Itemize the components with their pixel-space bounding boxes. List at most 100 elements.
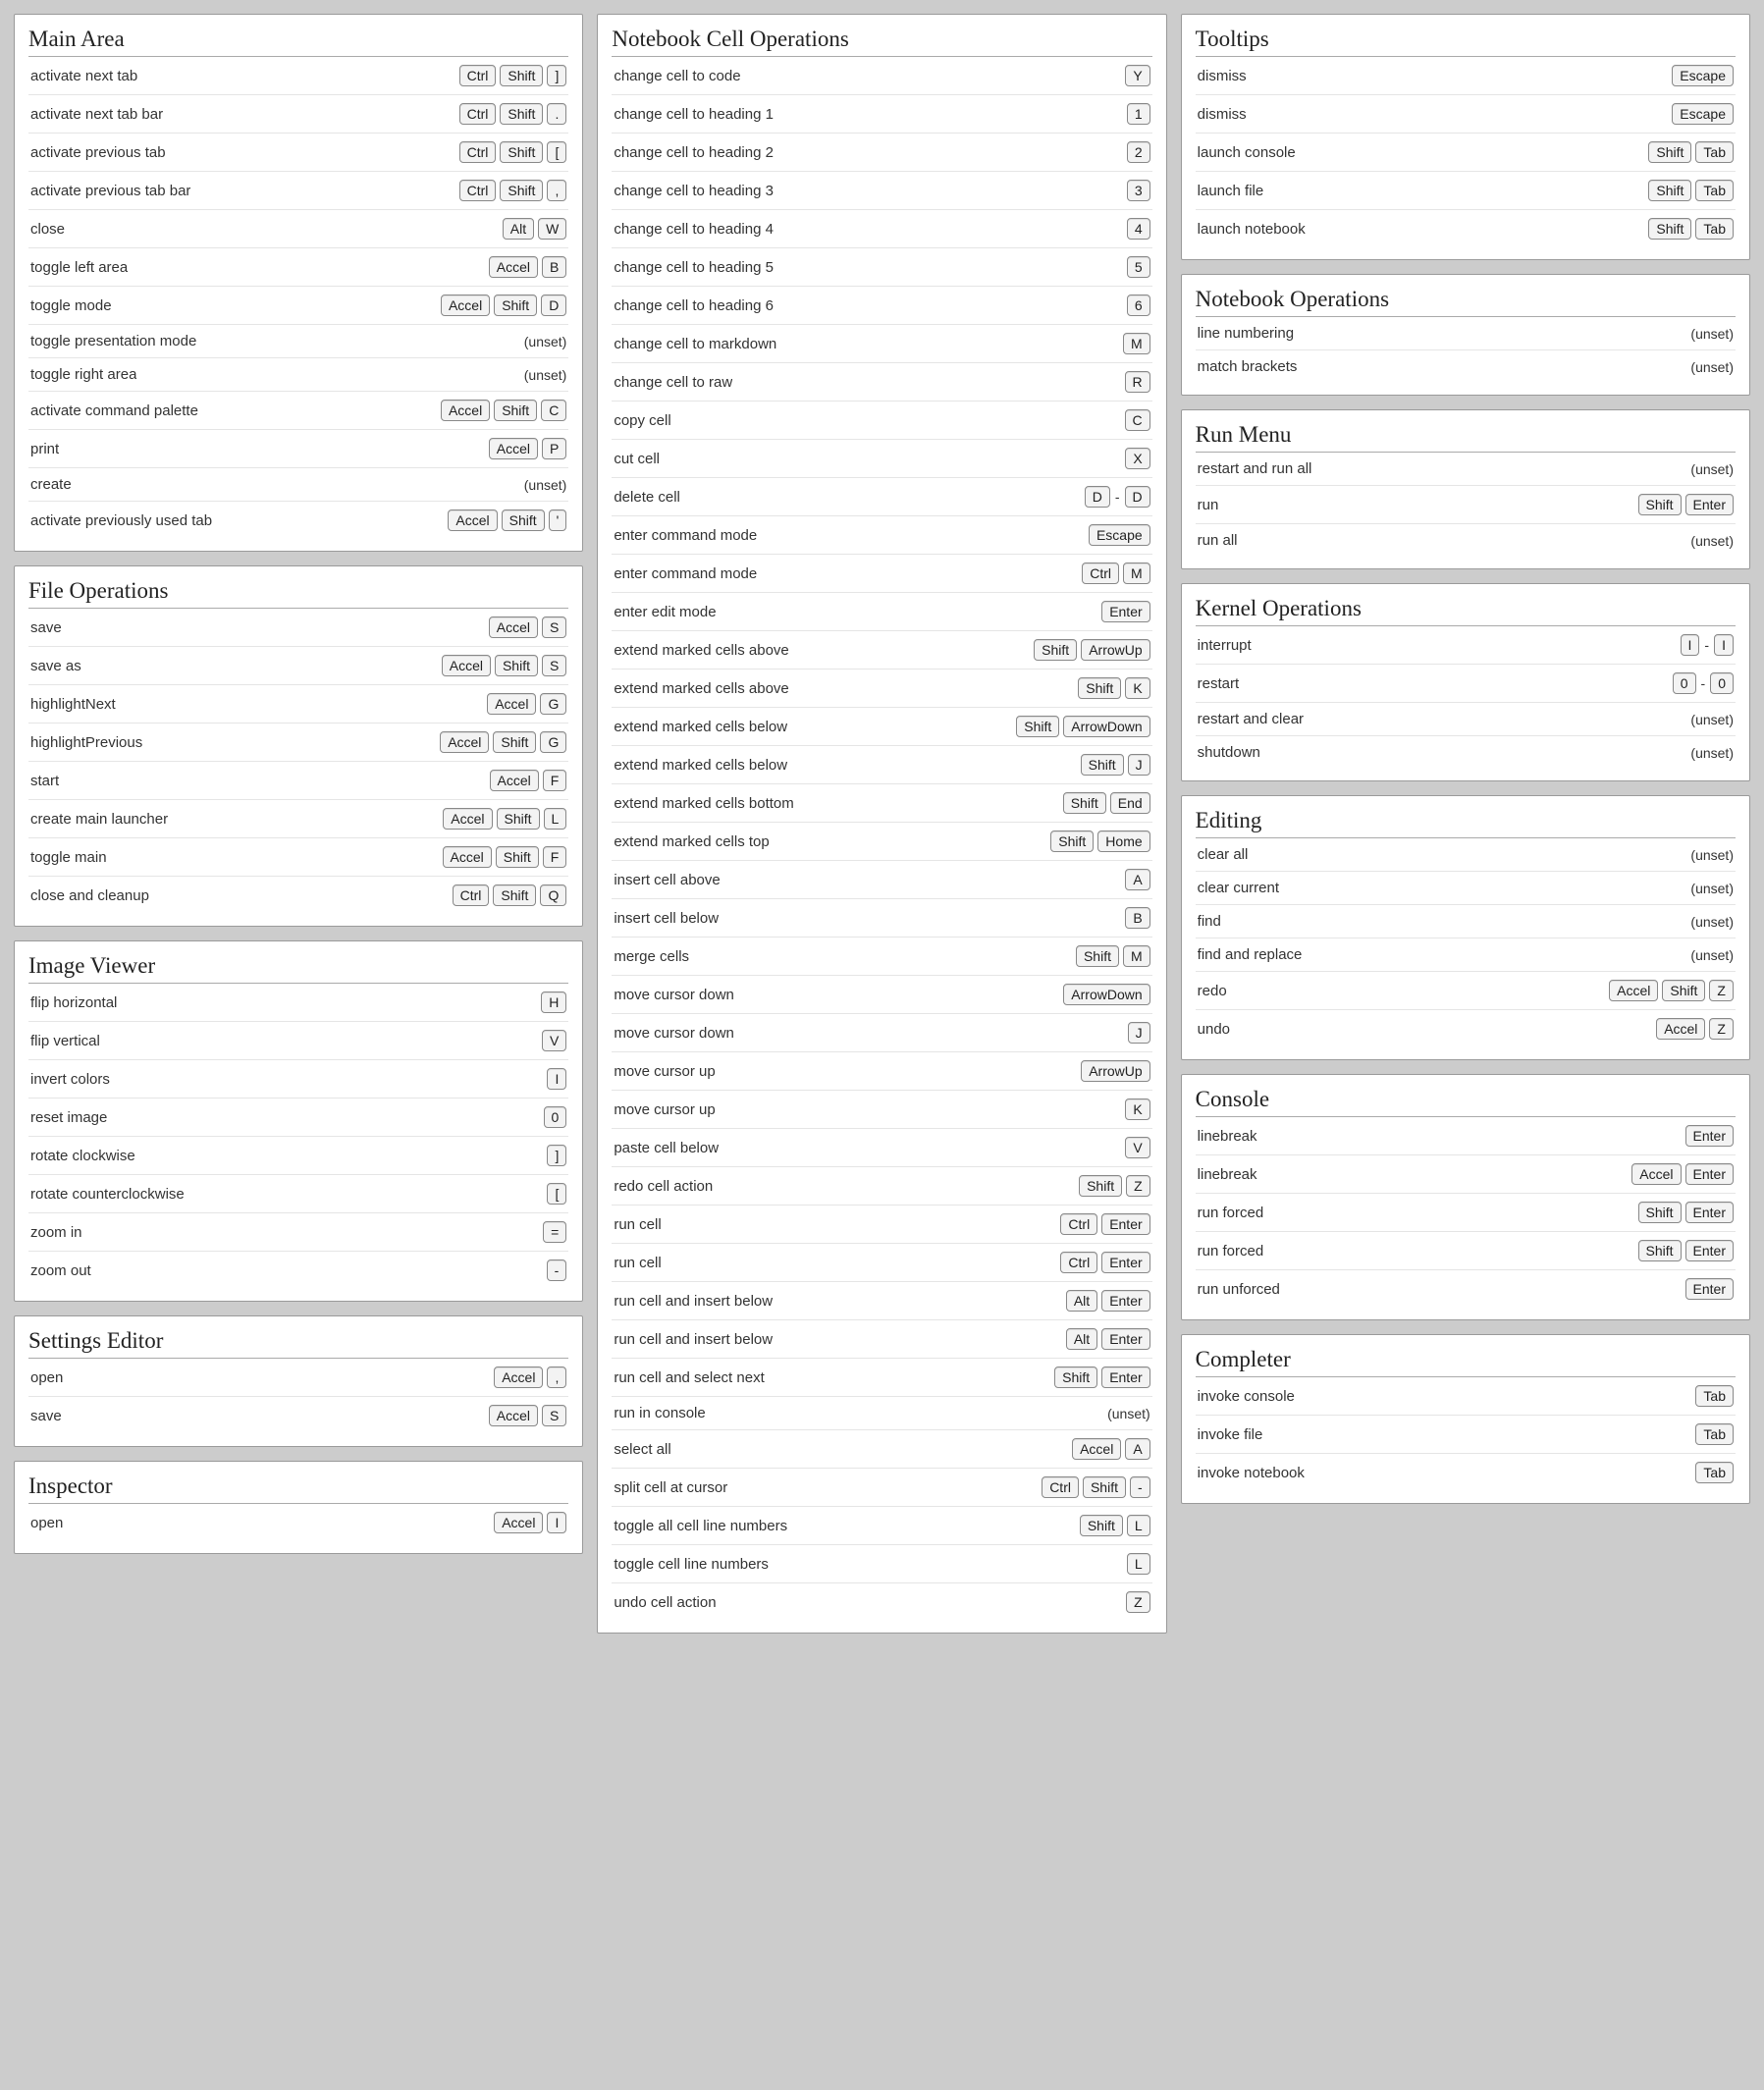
shortcut-row-close-and-cleanup[interactable]: close and cleanupCtrlShiftQ <box>28 877 568 914</box>
shortcut-row-run-all[interactable]: run all(unset) <box>1196 524 1736 557</box>
shortcut-row-save-as[interactable]: save asAccelShiftS <box>28 647 568 685</box>
shortcut-row-save[interactable]: saveAccelS <box>28 609 568 647</box>
shortcut-row-undo-cell-action[interactable]: undo cell actionZ <box>612 1583 1151 1621</box>
shortcut-row-dismiss[interactable]: dismissEscape <box>1196 95 1736 134</box>
shortcut-row-redo[interactable]: redoAccelShiftZ <box>1196 972 1736 1010</box>
shortcut-row-shutdown[interactable]: shutdown(unset) <box>1196 736 1736 769</box>
shortcut-row-toggle-cell-line-numbers[interactable]: toggle cell line numbersL <box>612 1545 1151 1583</box>
shortcut-row-invert-colors[interactable]: invert colorsI <box>28 1060 568 1099</box>
shortcut-row-run-cell-and-select-next[interactable]: run cell and select nextShiftEnter <box>612 1359 1151 1397</box>
shortcut-row-run-in-console[interactable]: run in console(unset) <box>612 1397 1151 1430</box>
shortcut-row-cut-cell[interactable]: cut cellX <box>612 440 1151 478</box>
shortcut-row-highlightnext[interactable]: highlightNextAccelG <box>28 685 568 723</box>
shortcut-row-rotate-clockwise[interactable]: rotate clockwise] <box>28 1137 568 1175</box>
shortcut-row-extend-marked-cells-above[interactable]: extend marked cells aboveShiftK <box>612 670 1151 708</box>
shortcut-row-undo[interactable]: undoAccelZ <box>1196 1010 1736 1047</box>
shortcut-row-select-all[interactable]: select allAccelA <box>612 1430 1151 1469</box>
shortcut-row-invoke-file[interactable]: invoke fileTab <box>1196 1416 1736 1454</box>
shortcut-row-match-brackets[interactable]: match brackets(unset) <box>1196 350 1736 383</box>
shortcut-row-extend-marked-cells-bottom[interactable]: extend marked cells bottomShiftEnd <box>612 784 1151 823</box>
shortcut-row-change-cell-to-markdown[interactable]: change cell to markdownM <box>612 325 1151 363</box>
shortcut-row-restart-and-clear[interactable]: restart and clear(unset) <box>1196 703 1736 736</box>
shortcut-row-restart[interactable]: restart0-0 <box>1196 665 1736 703</box>
shortcut-row-run-cell[interactable]: run cellCtrlEnter <box>612 1206 1151 1244</box>
shortcut-row-extend-marked-cells-below[interactable]: extend marked cells belowShiftArrowDown <box>612 708 1151 746</box>
shortcut-row-open[interactable]: openAccelI <box>28 1504 568 1541</box>
shortcut-row-highlightprevious[interactable]: highlightPreviousAccelShiftG <box>28 723 568 762</box>
shortcut-row-move-cursor-up[interactable]: move cursor upArrowUp <box>612 1052 1151 1091</box>
shortcut-row-redo-cell-action[interactable]: redo cell actionShiftZ <box>612 1167 1151 1206</box>
shortcut-row-delete-cell[interactable]: delete cellD-D <box>612 478 1151 516</box>
shortcut-row-activate-next-tab[interactable]: activate next tabCtrlShift] <box>28 57 568 95</box>
shortcut-row-move-cursor-up[interactable]: move cursor upK <box>612 1091 1151 1129</box>
shortcut-row-change-cell-to-code[interactable]: change cell to codeY <box>612 57 1151 95</box>
shortcut-row-toggle-main[interactable]: toggle mainAccelShiftF <box>28 838 568 877</box>
shortcut-row-extend-marked-cells-top[interactable]: extend marked cells topShiftHome <box>612 823 1151 861</box>
shortcut-row-change-cell-to-heading-2[interactable]: change cell to heading 22 <box>612 134 1151 172</box>
shortcut-row-interrupt[interactable]: interruptI-I <box>1196 626 1736 665</box>
shortcut-row-rotate-counterclockwise[interactable]: rotate counterclockwise[ <box>28 1175 568 1213</box>
shortcut-row-zoom-in[interactable]: zoom in= <box>28 1213 568 1252</box>
shortcut-row-enter-command-mode[interactable]: enter command modeEscape <box>612 516 1151 555</box>
shortcut-row-change-cell-to-heading-6[interactable]: change cell to heading 66 <box>612 287 1151 325</box>
shortcut-row-launch-file[interactable]: launch fileShiftTab <box>1196 172 1736 210</box>
shortcut-row-change-cell-to-heading-1[interactable]: change cell to heading 11 <box>612 95 1151 134</box>
shortcut-row-move-cursor-down[interactable]: move cursor downJ <box>612 1014 1151 1052</box>
shortcut-row-run[interactable]: runShiftEnter <box>1196 486 1736 524</box>
shortcut-row-invoke-console[interactable]: invoke consoleTab <box>1196 1377 1736 1416</box>
shortcut-row-run-unforced[interactable]: run unforcedEnter <box>1196 1270 1736 1308</box>
shortcut-row-toggle-presentation-mode[interactable]: toggle presentation mode(unset) <box>28 325 568 358</box>
shortcut-row-linebreak[interactable]: linebreakEnter <box>1196 1117 1736 1155</box>
shortcut-row-close[interactable]: closeAltW <box>28 210 568 248</box>
shortcut-row-restart-and-run-all[interactable]: restart and run all(unset) <box>1196 453 1736 486</box>
shortcut-row-start[interactable]: startAccelF <box>28 762 568 800</box>
shortcut-row-open[interactable]: openAccel, <box>28 1359 568 1397</box>
shortcut-row-run-forced[interactable]: run forcedShiftEnter <box>1196 1194 1736 1232</box>
shortcut-row-launch-console[interactable]: launch consoleShiftTab <box>1196 134 1736 172</box>
shortcut-row-create-main-launcher[interactable]: create main launcherAccelShiftL <box>28 800 568 838</box>
shortcut-row-change-cell-to-heading-5[interactable]: change cell to heading 55 <box>612 248 1151 287</box>
shortcut-row-run-forced[interactable]: run forcedShiftEnter <box>1196 1232 1736 1270</box>
shortcut-row-toggle-right-area[interactable]: toggle right area(unset) <box>28 358 568 392</box>
shortcut-row-print[interactable]: printAccelP <box>28 430 568 468</box>
shortcut-row-paste-cell-below[interactable]: paste cell belowV <box>612 1129 1151 1167</box>
shortcut-row-activate-previously-used-tab[interactable]: activate previously used tabAccelShift' <box>28 502 568 539</box>
shortcut-row-run-cell-and-insert-below[interactable]: run cell and insert belowAltEnter <box>612 1320 1151 1359</box>
shortcut-row-change-cell-to-raw[interactable]: change cell to rawR <box>612 363 1151 402</box>
shortcut-row-save[interactable]: saveAccelS <box>28 1397 568 1434</box>
shortcut-row-activate-next-tab-bar[interactable]: activate next tab barCtrlShift. <box>28 95 568 134</box>
shortcut-row-dismiss[interactable]: dismissEscape <box>1196 57 1736 95</box>
shortcut-row-launch-notebook[interactable]: launch notebookShiftTab <box>1196 210 1736 247</box>
shortcut-row-activate-previous-tab[interactable]: activate previous tabCtrlShift[ <box>28 134 568 172</box>
shortcut-row-flip-horizontal[interactable]: flip horizontalH <box>28 984 568 1022</box>
shortcut-row-line-numbering[interactable]: line numbering(unset) <box>1196 317 1736 350</box>
shortcut-row-linebreak[interactable]: linebreakAccelEnter <box>1196 1155 1736 1194</box>
shortcut-row-activate-command-palette[interactable]: activate command paletteAccelShiftC <box>28 392 568 430</box>
shortcut-row-zoom-out[interactable]: zoom out- <box>28 1252 568 1289</box>
shortcut-row-copy-cell[interactable]: copy cellC <box>612 402 1151 440</box>
shortcut-row-flip-vertical[interactable]: flip verticalV <box>28 1022 568 1060</box>
shortcut-row-find[interactable]: find(unset) <box>1196 905 1736 938</box>
shortcut-row-invoke-notebook[interactable]: invoke notebookTab <box>1196 1454 1736 1491</box>
shortcut-row-insert-cell-above[interactable]: insert cell aboveA <box>612 861 1151 899</box>
shortcut-row-change-cell-to-heading-3[interactable]: change cell to heading 33 <box>612 172 1151 210</box>
shortcut-row-insert-cell-below[interactable]: insert cell belowB <box>612 899 1151 938</box>
shortcut-row-find-and-replace[interactable]: find and replace(unset) <box>1196 938 1736 972</box>
shortcut-row-reset-image[interactable]: reset image0 <box>28 1099 568 1137</box>
shortcut-row-enter-command-mode[interactable]: enter command modeCtrlM <box>612 555 1151 593</box>
shortcut-row-enter-edit-mode[interactable]: enter edit modeEnter <box>612 593 1151 631</box>
shortcut-row-split-cell-at-cursor[interactable]: split cell at cursorCtrlShift- <box>612 1469 1151 1507</box>
shortcut-row-extend-marked-cells-below[interactable]: extend marked cells belowShiftJ <box>612 746 1151 784</box>
shortcut-row-merge-cells[interactable]: merge cellsShiftM <box>612 938 1151 976</box>
shortcut-row-create[interactable]: create(unset) <box>28 468 568 502</box>
shortcut-row-move-cursor-down[interactable]: move cursor downArrowDown <box>612 976 1151 1014</box>
shortcut-row-clear-current[interactable]: clear current(unset) <box>1196 872 1736 905</box>
shortcut-row-extend-marked-cells-above[interactable]: extend marked cells aboveShiftArrowUp <box>612 631 1151 670</box>
shortcut-row-activate-previous-tab-bar[interactable]: activate previous tab barCtrlShift, <box>28 172 568 210</box>
shortcut-row-toggle-mode[interactable]: toggle modeAccelShiftD <box>28 287 568 325</box>
shortcut-row-change-cell-to-heading-4[interactable]: change cell to heading 44 <box>612 210 1151 248</box>
shortcut-row-run-cell-and-insert-below[interactable]: run cell and insert belowAltEnter <box>612 1282 1151 1320</box>
shortcut-row-toggle-left-area[interactable]: toggle left areaAccelB <box>28 248 568 287</box>
shortcut-row-run-cell[interactable]: run cellCtrlEnter <box>612 1244 1151 1282</box>
shortcut-row-clear-all[interactable]: clear all(unset) <box>1196 838 1736 872</box>
